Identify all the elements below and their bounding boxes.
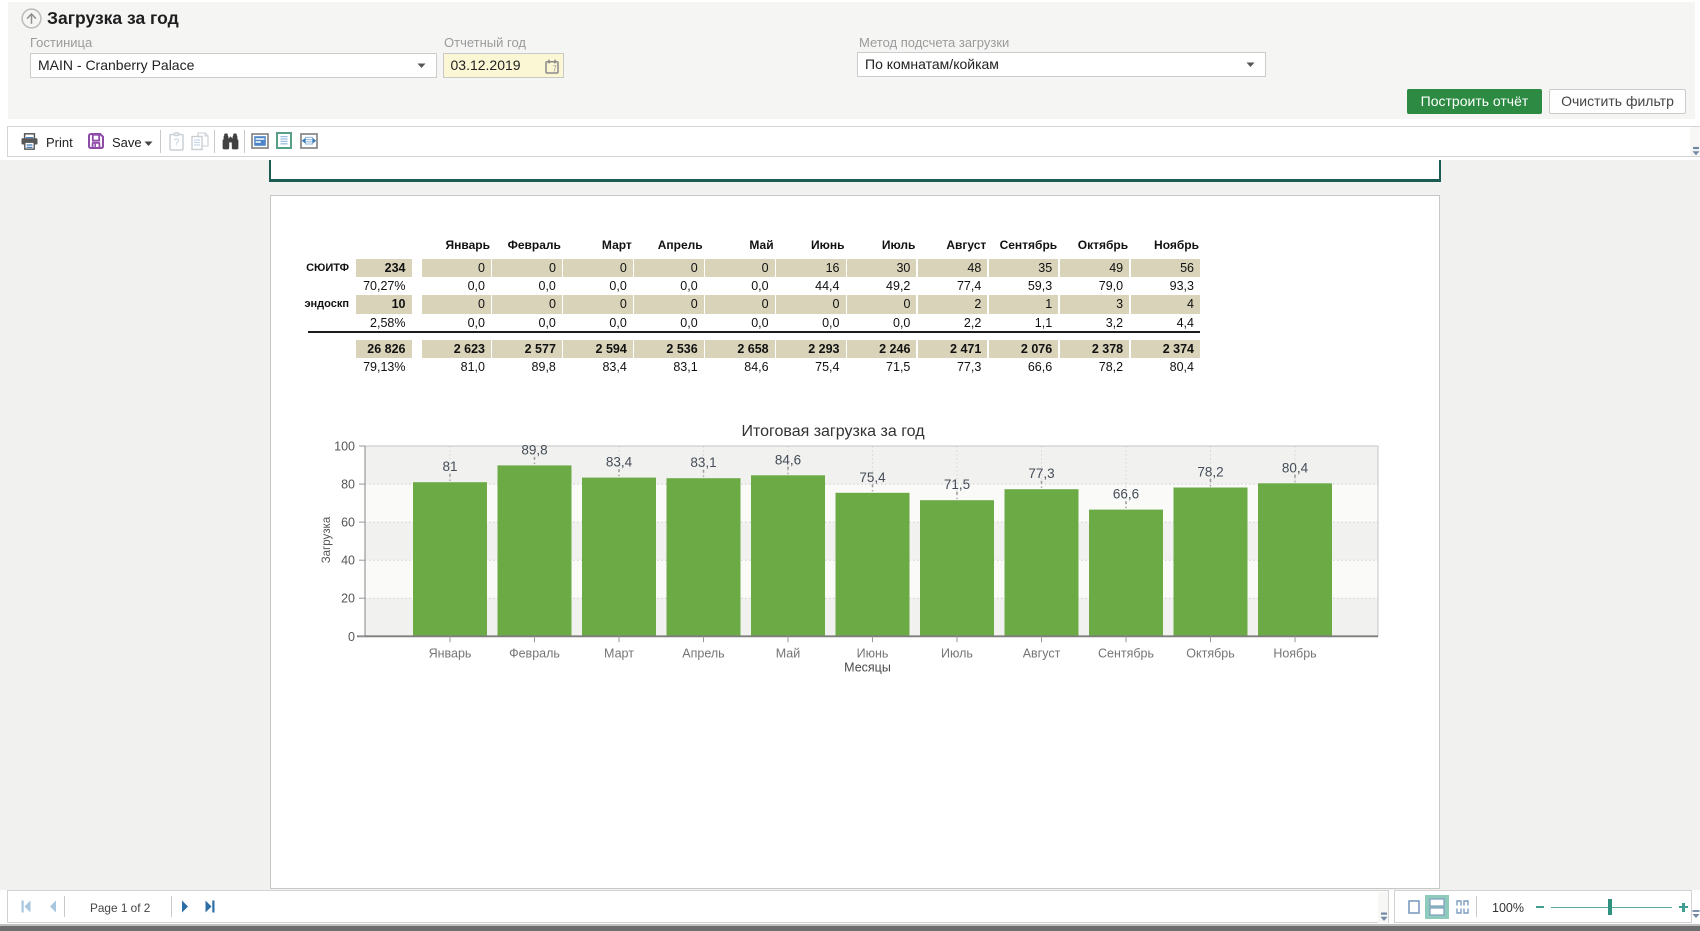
svg-text:0: 0: [348, 630, 355, 644]
svg-text:83,1: 83,1: [690, 455, 716, 470]
svg-text:80,4: 80,4: [1282, 460, 1309, 475]
svg-text:Сентябрь: Сентябрь: [1098, 647, 1154, 661]
svg-text:Май: Май: [776, 647, 801, 661]
svg-text:Ноябрь: Ноябрь: [1273, 647, 1316, 661]
svg-text:89,8: 89,8: [521, 442, 547, 457]
svg-text:?: ?: [174, 138, 180, 149]
svg-text:84,6: 84,6: [775, 452, 801, 467]
svg-text:78,2: 78,2: [1197, 465, 1223, 480]
svg-text:Месяцы: Месяцы: [844, 661, 891, 675]
svg-text:Апрель: Апрель: [682, 647, 724, 661]
svg-text:Январь: Январь: [429, 647, 472, 661]
svg-text:80: 80: [341, 478, 355, 492]
svg-text:Июль: Июль: [941, 647, 973, 661]
svg-text:7: 7: [552, 65, 557, 74]
svg-text:71,5: 71,5: [944, 477, 970, 492]
svg-text:Июнь: Июнь: [857, 647, 889, 661]
svg-text:Октябрь: Октябрь: [1186, 647, 1234, 661]
svg-text:81: 81: [442, 459, 457, 474]
svg-text:Февраль: Февраль: [509, 647, 560, 661]
svg-text:20: 20: [341, 592, 355, 606]
svg-text:60: 60: [341, 516, 355, 530]
svg-text:77,3: 77,3: [1028, 466, 1054, 481]
svg-text:40: 40: [341, 554, 355, 568]
svg-text:Август: Август: [1023, 647, 1061, 661]
svg-text:100: 100: [334, 440, 355, 454]
svg-text:Март: Март: [604, 647, 634, 661]
svg-text:Итоговая загрузка за год: Итоговая загрузка за год: [741, 423, 925, 440]
svg-text:Загрузка: Загрузка: [321, 516, 333, 563]
svg-text:66,6: 66,6: [1113, 487, 1139, 502]
svg-text:83,4: 83,4: [606, 455, 633, 470]
svg-text:75,4: 75,4: [859, 470, 886, 485]
